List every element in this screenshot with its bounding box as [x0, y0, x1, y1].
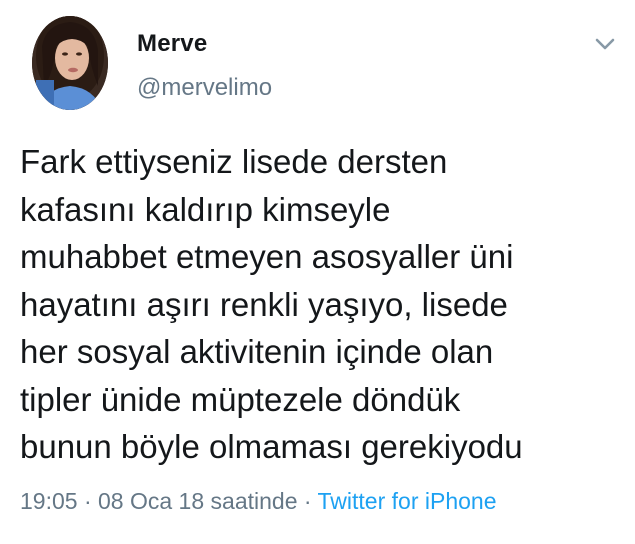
tweet-meta: 19:05 · 08 Oca 18 saatinde · Twitter for… — [20, 488, 497, 515]
avatar-photo — [32, 16, 108, 110]
display-name[interactable]: Merve — [137, 30, 207, 58]
tweet-time[interactable]: 19:05 — [20, 488, 78, 514]
meta-separator: · — [77, 488, 99, 514]
chevron-down-icon[interactable] — [592, 34, 618, 54]
tweet-text: Fark ettiyseniz lisede dersten kafasını … — [20, 143, 523, 465]
tweet-card: Merve @mervelimo Fark ettiyseniz lisede … — [0, 0, 635, 544]
user-handle[interactable]: @mervelimo — [137, 74, 272, 102]
meta-separator-2: · — [297, 488, 318, 514]
avatar[interactable] — [32, 16, 108, 110]
tweet-source-link[interactable]: Twitter for iPhone — [318, 488, 497, 514]
tweet-date[interactable]: 08 Oca 18 saatinde — [98, 488, 297, 514]
